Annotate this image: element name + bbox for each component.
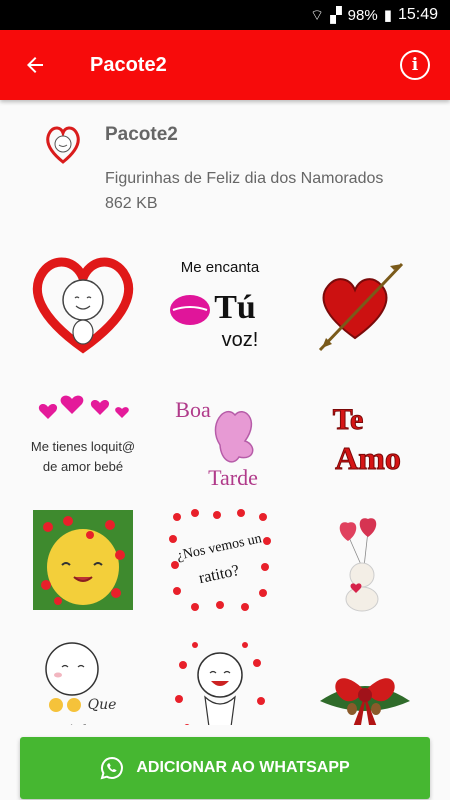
christmas-bow-icon — [320, 678, 410, 725]
sticker-6-line2: Amo — [335, 440, 401, 476]
sticker-2[interactable]: Me encanta Tú voz! — [160, 245, 280, 365]
sticker-2-line3: voz! — [222, 329, 259, 351]
pack-size: 862 KB — [105, 195, 158, 212]
sticker-6[interactable]: Te Amo — [305, 380, 425, 500]
sticker-8-line1: ¿Nos vemos un — [175, 531, 263, 564]
pikachu-hearts-icon — [33, 510, 133, 610]
add-to-whatsapp-container: ADICIONAR AO WHATSAPP — [20, 737, 430, 799]
pack-name: Pacote2 — [105, 124, 178, 145]
battery-level: 98% — [347, 6, 378, 24]
emoji-icon — [49, 698, 63, 712]
sticker-3[interactable] — [305, 245, 425, 365]
wifi-icon: ⌔ — [310, 6, 325, 24]
pack-header: Pacote2 Figurinhas de Feliz dia dos Namo… — [0, 100, 450, 230]
sticker-8-line2: ratito? — [197, 562, 241, 587]
back-button[interactable] — [0, 30, 70, 100]
sticker-4-line1: Me tienes loquit@ — [31, 439, 135, 454]
sticker-5-line1: Boa — [175, 397, 211, 422]
info-button[interactable]: i — [380, 30, 450, 100]
butterfly-icon — [214, 410, 254, 463]
sticker-10[interactable]: Que gracinha — [23, 630, 143, 725]
pack-description: Figurinhas de Feliz dia dos Namorados — [105, 170, 384, 187]
sticker-2-line1: Me encanta — [181, 259, 260, 276]
sticker-4-line2: de amor bebé — [43, 459, 123, 474]
add-to-whatsapp-button[interactable]: ADICIONAR AO WHATSAPP — [20, 737, 430, 799]
whatsapp-icon — [100, 756, 124, 780]
tray-icon — [46, 126, 80, 164]
happy-character-icon — [175, 642, 265, 725]
sticker-10-line1: Que — [88, 697, 117, 713]
add-to-whatsapp-label: ADICIONAR AO WHATSAPP — [136, 759, 350, 776]
sticker-9[interactable] — [305, 500, 425, 620]
heart-arrow-icon — [318, 262, 404, 352]
sticker-grid: Me encanta Tú voz! Me tienes loquit@ de … — [0, 245, 450, 725]
sticker-10-line2: gracinha — [37, 723, 100, 725]
sticker-6-line1: Te — [333, 403, 364, 436]
sticker-1[interactable] — [23, 245, 143, 365]
signal-icon: ▞ — [330, 7, 342, 24]
sticker-11[interactable] — [160, 630, 280, 725]
sticker-5-line2: Tarde — [208, 465, 258, 490]
app-bar: Pacote2 i — [0, 30, 450, 100]
teddy-balloons-icon — [339, 518, 379, 612]
sticker-5[interactable]: Boa Tarde — [160, 380, 280, 500]
info-icon: i — [400, 50, 430, 80]
sticker-12[interactable] — [305, 630, 425, 725]
sticker-8[interactable]: ¿Nos vemos un ratito? — [160, 500, 280, 620]
arrow-left-icon — [27, 57, 43, 73]
sticker-7[interactable] — [23, 500, 143, 620]
status-bar: ⌔ ▞ 98% ▮ 15:49 — [0, 0, 450, 30]
page-title: Pacote2 — [90, 53, 167, 76]
battery-icon: ▮ — [383, 7, 392, 24]
clock: 15:49 — [397, 6, 438, 23]
sticker-4[interactable]: Me tienes loquit@ de amor bebé — [23, 380, 143, 500]
heart-character-icon — [32, 257, 134, 354]
sticker-2-line2: Tú — [214, 289, 256, 326]
